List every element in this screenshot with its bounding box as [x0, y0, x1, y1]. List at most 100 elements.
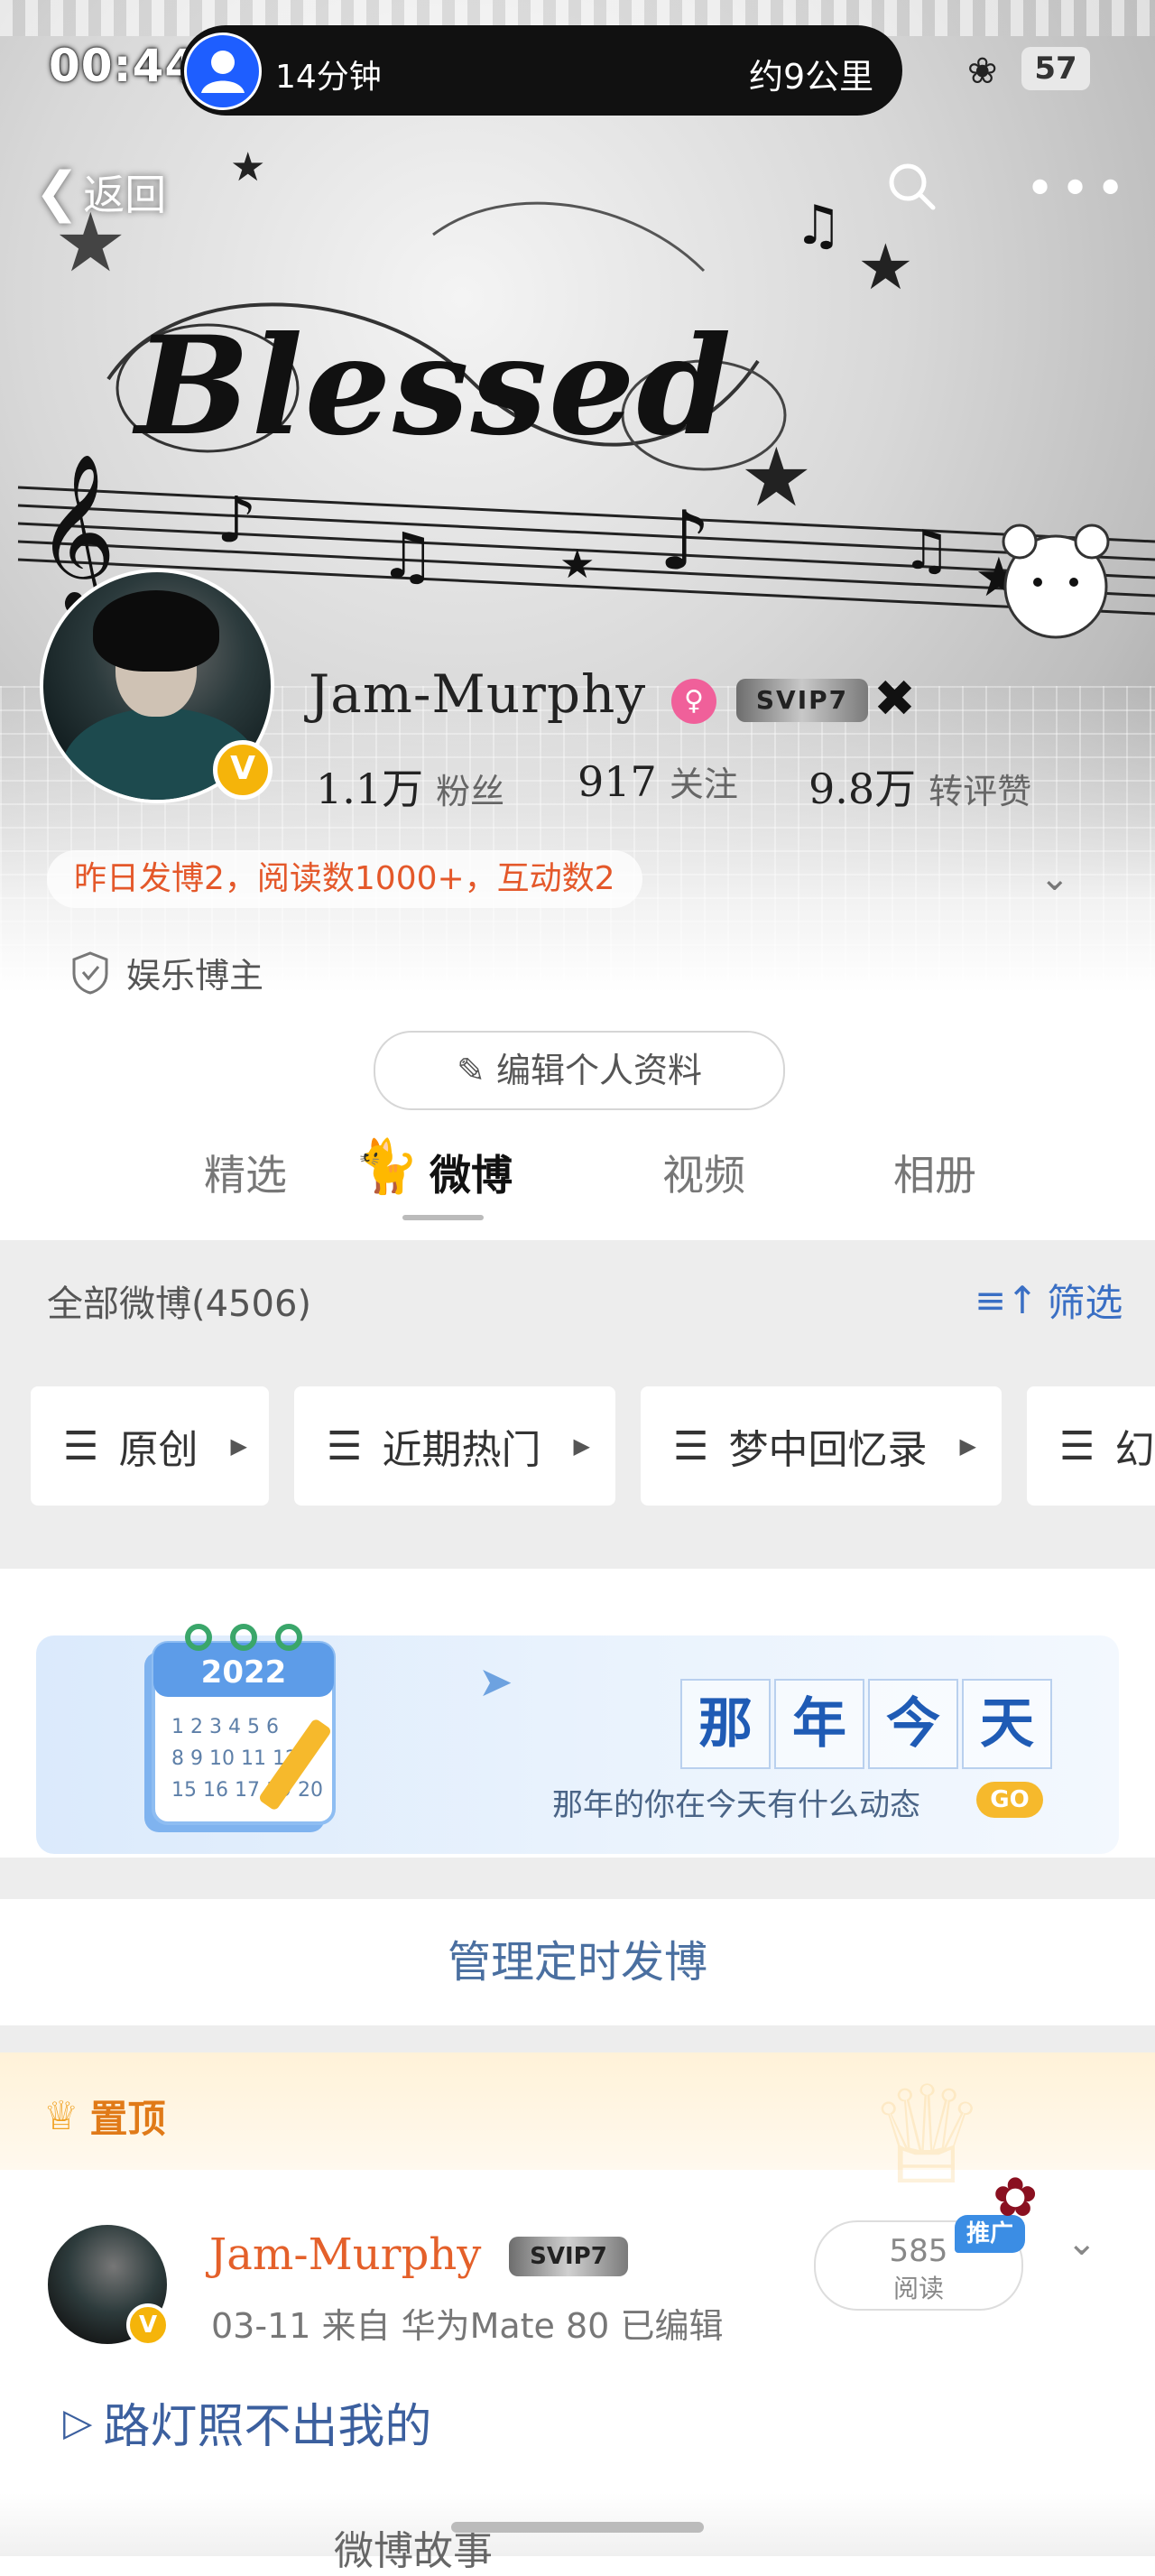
layers-icon: ☰ [327, 1422, 363, 1469]
read-label: 阅读 [892, 2274, 944, 2303]
more-options-icon[interactable]: ••• [1025, 164, 1131, 215]
pencil-icon: ✎ [457, 1051, 485, 1090]
ribbon-bow-icon: ✖ [873, 670, 916, 728]
tab-featured[interactable]: 精选 [204, 1143, 287, 1202]
shield-icon [72, 950, 108, 995]
svg-text:★: ★ [857, 230, 914, 304]
chevron-left-icon: ❮ [34, 161, 80, 224]
stat-followers[interactable]: 1.1万 粉丝 [316, 756, 504, 816]
butterfly-icon: ✿ [993, 2166, 1039, 2229]
svg-text:★: ★ [230, 144, 265, 190]
post-meta: 03-11 来自 华为Mate 80 已编辑 [211, 2306, 724, 2346]
chip-label: 近期热门 [382, 1427, 541, 1473]
triangle-right-icon: ▶ [959, 1433, 976, 1459]
svg-text:15 16 17 19 20: 15 16 17 19 20 [171, 1779, 323, 1802]
calendar-year: 2022 [201, 1654, 287, 1691]
svg-text:♫: ♫ [794, 194, 843, 257]
filter-button[interactable]: ≡↑ 筛选 [975, 1273, 1123, 1328]
stat-label: 粉丝 [436, 772, 505, 811]
category-tag[interactable]: 娱乐博主 [70, 948, 263, 997]
svip-badge[interactable]: SVIP7 [509, 2237, 628, 2276]
search-icon[interactable] [884, 159, 938, 213]
home-indicator[interactable] [451, 2522, 704, 2533]
title-char: 年 [774, 1679, 864, 1769]
all-weibo-count: 全部微博(4506) [47, 1283, 312, 1325]
section-divider [0, 2025, 1155, 2052]
banner-artwork: 𝄞 ♪ ♫ ♪ ♫ ♫ ★ ★ ★ ★ ★ ★ [17, 144, 1155, 639]
layers-icon: ☰ [63, 1422, 99, 1469]
filter-chip-original[interactable]: ☰ 原创 ▶ [31, 1386, 269, 1506]
crown-watermark-icon: ♕ [866, 2058, 988, 2215]
stat-value: 1.1万 [316, 764, 424, 813]
svip-badge[interactable]: SVIP7 [736, 679, 868, 722]
stat-value: 9.8万 [808, 764, 917, 813]
verified-badge-icon: V [213, 740, 273, 800]
on-this-day-subtitle: 那年的你在今天有什么动态 [552, 1787, 920, 1823]
play-triangle-icon: ▷ [63, 2400, 93, 2444]
tab-video[interactable]: 视频 [662, 1143, 745, 1202]
svg-text:♫: ♫ [379, 519, 436, 593]
chip-label: 原创 [118, 1427, 199, 1473]
layers-icon: ☰ [1059, 1422, 1095, 1469]
battery-indicator: 57 [1021, 47, 1090, 90]
post-text: 路灯照不出我的 [103, 2400, 432, 2454]
tab-weibo[interactable]: 微博 [430, 1143, 513, 1202]
chevron-down-icon[interactable]: ⌄ [1067, 2222, 1097, 2264]
stat-label: 关注 [669, 764, 738, 804]
verified-badge-icon: V [126, 2303, 170, 2347]
daily-summary[interactable]: 昨日发博2，阅读数1000+，互动数2 [47, 850, 642, 908]
title-char: 那 [680, 1679, 771, 1769]
pinned-text: 置顶 [89, 2097, 166, 2141]
pinned-label: ♕ 置顶 [43, 2089, 165, 2144]
profile-cover-banner[interactable]: 𝄞 ♪ ♫ ♪ ♫ ♫ ★ ★ ★ ★ ★ ★ Blessed [0, 0, 1155, 993]
stat-interactions[interactable]: 9.8万 转评赞 [808, 756, 1031, 816]
chevron-down-icon[interactable]: ⌄ [1040, 857, 1070, 899]
chip-label: 梦中回忆录 [728, 1427, 928, 1473]
stat-following[interactable]: 917 关注 [578, 756, 738, 806]
cat-icon: 🐈 [354, 1135, 420, 1197]
filter-label: 筛选 [1047, 1281, 1123, 1325]
active-tab-indicator [402, 1215, 484, 1220]
filter-chip-partial[interactable]: ☰ 幻 [1027, 1386, 1155, 1506]
navigation-distance: 约9公里 [749, 57, 874, 97]
on-this-day-title: 那 年 今 天 [680, 1679, 1056, 1769]
status-time: 00:44 [49, 40, 198, 92]
back-label: 返回 [83, 171, 167, 219]
svg-text:8 9 10 11 12: 8 9 10 11 12 [171, 1747, 298, 1770]
svg-text:★: ★ [740, 431, 813, 525]
section-divider [0, 1858, 1155, 1903]
navigation-eta: 14分钟 [275, 59, 382, 96]
title-char: 天 [962, 1679, 1052, 1769]
paper-plane-icon: ➤ [478, 1657, 513, 1706]
svg-text:♪: ♪ [217, 483, 257, 557]
manage-scheduled-posts-button[interactable]: 管理定时发博 [0, 1899, 1155, 2025]
back-button[interactable]: ❮ 返回 [34, 161, 166, 224]
edit-profile-button[interactable]: ✎ 编辑个人资料 [374, 1031, 785, 1110]
navigation-avatar-icon [184, 32, 262, 110]
chip-label: 幻 [1114, 1427, 1155, 1473]
post-author-name[interactable]: Jam-Murphy [209, 2229, 481, 2280]
go-button[interactable]: GO [976, 1782, 1043, 1818]
crown-icon: ♕ [43, 2093, 79, 2139]
category-label: 娱乐博主 [126, 956, 264, 996]
calendar-icon: 2022 1 2 3 4 5 6 8 9 10 11 12 15 16 17 1… [144, 1624, 336, 1832]
layers-icon: ☰ [673, 1422, 709, 1469]
edit-profile-label: 编辑个人资料 [495, 1051, 702, 1090]
filter-chip-hot[interactable]: ☰ 近期热门 ▶ [294, 1386, 615, 1506]
svg-text:1 2 3 4 5 6: 1 2 3 4 5 6 [171, 1716, 279, 1738]
filter-chip-dream[interactable]: ☰ 梦中回忆录 ▶ [641, 1386, 1002, 1506]
svg-text:♪: ♪ [659, 494, 710, 588]
female-gender-icon: ♀ [671, 679, 716, 724]
triangle-right-icon: ▶ [230, 1433, 247, 1459]
stat-value: 917 [578, 757, 657, 806]
svg-text:★: ★ [559, 542, 595, 588]
stat-label: 转评赞 [929, 772, 1032, 811]
flower-icon: ❀ [967, 51, 998, 92]
post-content[interactable]: ▷ 路灯照不出我的 [63, 2388, 431, 2456]
tab-album[interactable]: 相册 [893, 1143, 976, 1202]
title-char: 今 [868, 1679, 958, 1769]
triangle-right-icon: ▶ [573, 1433, 590, 1459]
banner-title: Blessed [135, 307, 734, 466]
profile-username: Jam-Murphy [309, 663, 647, 725]
filter-icon: ≡↑ [975, 1278, 1039, 1322]
